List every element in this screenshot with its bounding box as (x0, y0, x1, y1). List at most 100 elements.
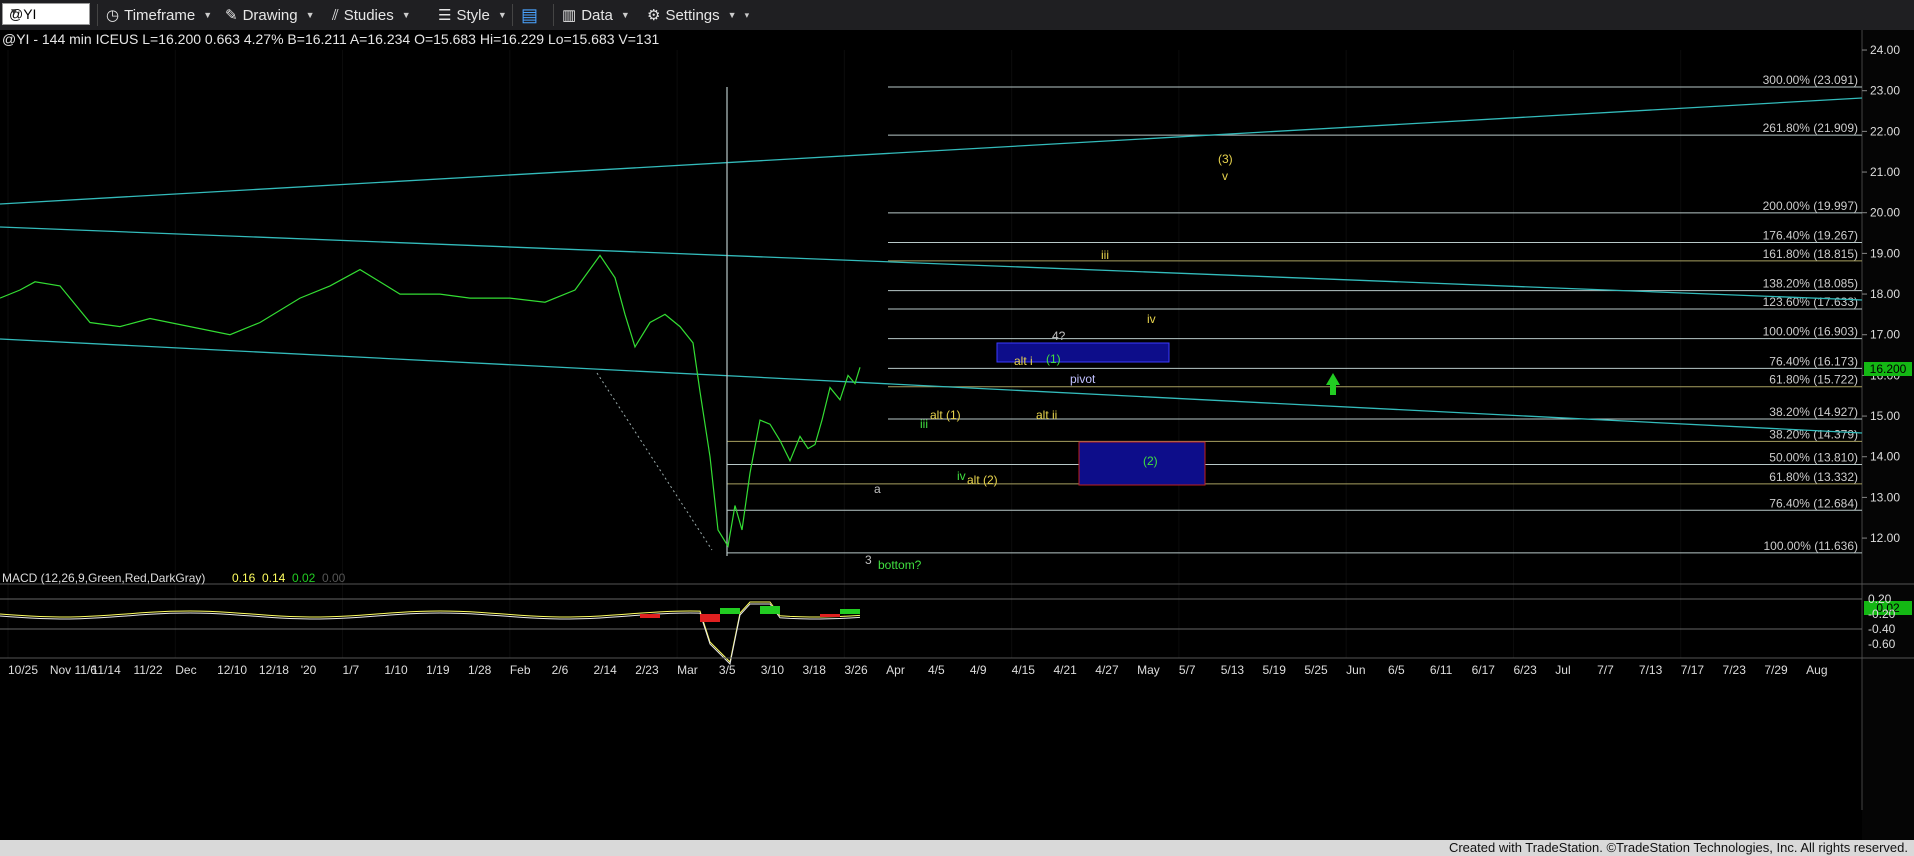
chevron-down-icon: ▼ (305, 10, 315, 20)
macd-histogram-bar (760, 606, 780, 614)
time-tick-label: 12/18 (259, 663, 289, 677)
wave-label: (1) (1046, 352, 1061, 366)
time-tick-label: 5/7 (1179, 663, 1196, 677)
pivot-label: pivot (1070, 372, 1096, 386)
macd-tick-label: -0.60 (1868, 637, 1896, 651)
chevron-down-icon: ▼ (203, 10, 213, 20)
time-tick-label: 3/10 (761, 663, 785, 677)
chevron-down-icon: ▼ (401, 10, 411, 20)
macd-value-2: 0.14 (262, 571, 286, 585)
chart-background (0, 30, 1914, 840)
fib-level-label: 50.00% (13.810) (1769, 450, 1858, 464)
wave-label: (2) (1143, 454, 1158, 468)
toolbar-divider (512, 4, 513, 26)
time-tick-label: 10/25 (8, 663, 38, 677)
price-tick-label: 15.00 (1870, 409, 1900, 423)
macd-histogram-bar (840, 609, 860, 614)
time-tick-label: 7/17 (1681, 663, 1705, 677)
settings-menu[interactable]: ⚙ Settings ▼ ▾ (647, 4, 749, 26)
fib-level-label: 300.00% (23.091) (1763, 73, 1858, 87)
time-tick-label: Apr (886, 663, 905, 677)
timeframe-label: Timeframe (124, 6, 196, 24)
drawing-label: Drawing (242, 6, 298, 24)
time-tick-label: Dec (175, 663, 196, 677)
time-tick-label: Nov 11/6 (50, 663, 97, 677)
data-label: Data (581, 6, 613, 24)
last-price-value: 16.200 (1870, 362, 1907, 376)
wave-label: 3 (865, 553, 872, 567)
time-tick-label: Feb (510, 663, 531, 677)
toolbar: @YI ▼ ◷ Timeframe ▼ ✎ Drawing ▼ ⫽ Studie… (0, 0, 1914, 31)
fib-level-label: 61.80% (13.332) (1769, 470, 1858, 484)
wave-label: 4? (1052, 329, 1066, 343)
time-tick-label: 7/13 (1639, 663, 1663, 677)
bar-chart-icon: ▥ (562, 7, 577, 24)
price-tick-label: 14.00 (1870, 450, 1900, 464)
macd-tick-label: -0.40 (1868, 622, 1896, 636)
symbol-info: @YI - 144 min ICEUS L=16.200 0.663 4.27%… (2, 31, 659, 47)
fib-level-label: 161.80% (18.815) (1763, 247, 1858, 261)
wave-label: iii (1101, 248, 1109, 262)
time-tick-label: 7/7 (1597, 663, 1614, 677)
macd-histogram-bar (720, 608, 740, 614)
macd-label: MACD (12,26,9,Green,Red,DarkGray) (2, 571, 205, 585)
time-tick-label: 7/23 (1723, 663, 1747, 677)
price-tick-label: 20.00 (1870, 206, 1900, 220)
macd-value-1: 0.16 (232, 571, 256, 585)
macd-value-4: 0.00 (322, 571, 346, 585)
time-tick-label: 3/18 (803, 663, 827, 677)
time-tick-label: 1/10 (384, 663, 408, 677)
chevron-down-icon[interactable]: ▼ (9, 7, 85, 18)
wave-label: alt ii (1036, 408, 1057, 422)
wave-label: iii (920, 417, 928, 431)
macd-histogram-bar (700, 614, 720, 622)
wave-label: bottom? (878, 558, 922, 572)
footer: Created with TradeStation. ©TradeStation… (0, 840, 1914, 856)
price-chart[interactable]: @YI - 144 min ICEUS L=16.200 0.663 4.27%… (0, 30, 1914, 840)
chevron-down-icon: ▼ (497, 10, 507, 20)
style-menu[interactable]: ☰ Style ▼ (438, 4, 507, 26)
time-tick-label: 5/25 (1304, 663, 1328, 677)
time-tick-label: Jul (1555, 663, 1570, 677)
time-tick-label: 11/14 (92, 663, 121, 677)
time-tick-label: 2/14 (593, 663, 617, 677)
time-tick-label: 4/5 (928, 663, 945, 677)
price-tick-label: 23.00 (1870, 84, 1900, 98)
fib-level-label: 200.00% (19.997) (1763, 199, 1858, 213)
price-tick-label: 18.00 (1870, 287, 1900, 301)
price-tick-label: 24.00 (1870, 43, 1900, 57)
price-tick-label: 21.00 (1870, 165, 1900, 179)
drawing-menu[interactable]: ✎ Drawing ▼ (225, 4, 315, 26)
studies-menu[interactable]: ⫽ Studies ▼ (332, 4, 411, 26)
price-tick-label: 13.00 (1870, 490, 1900, 504)
time-tick-label: Aug (1806, 663, 1827, 677)
fib-level-label: 76.40% (16.173) (1769, 354, 1858, 368)
timeframe-menu[interactable]: ◷ Timeframe ▼ (106, 4, 212, 26)
studies-icon: ⫽ (332, 6, 339, 24)
data-menu[interactable]: ▥ Data ▼ (562, 4, 630, 26)
wave-2-target-box (1078, 441, 1206, 486)
fib-level-label: 76.40% (12.684) (1769, 496, 1858, 510)
macd-histogram-bar (640, 614, 660, 618)
time-tick-label: 7/29 (1764, 663, 1788, 677)
fib-level-label: 61.80% (15.722) (1769, 373, 1858, 387)
pencil-icon: ✎ (225, 7, 238, 24)
layout-icon[interactable]: ▤ (521, 4, 538, 26)
fib-level-label: 261.80% (21.909) (1763, 121, 1858, 135)
symbol-input[interactable]: @YI ▼ (2, 3, 90, 25)
macd-histogram-bar (820, 614, 840, 617)
chevron-down-icon: ▼ (620, 10, 630, 20)
fib-level-label: 100.00% (16.903) (1763, 325, 1858, 339)
wave-label: alt (2) (967, 473, 998, 487)
studies-label: Studies (343, 6, 394, 24)
macd-value-3: 0.02 (292, 571, 316, 585)
wave-label: iv (957, 469, 966, 483)
wave-label: v (1222, 169, 1228, 183)
time-tick-label: Jun (1346, 663, 1365, 677)
time-tick-label: 12/10 (217, 663, 247, 677)
time-tick-label: 4/21 (1053, 663, 1077, 677)
wave-label: (3) (1218, 152, 1233, 166)
time-tick-label: 5/19 (1263, 663, 1287, 677)
time-tick-label: 4/9 (970, 663, 987, 677)
settings-label: Settings (665, 6, 720, 24)
